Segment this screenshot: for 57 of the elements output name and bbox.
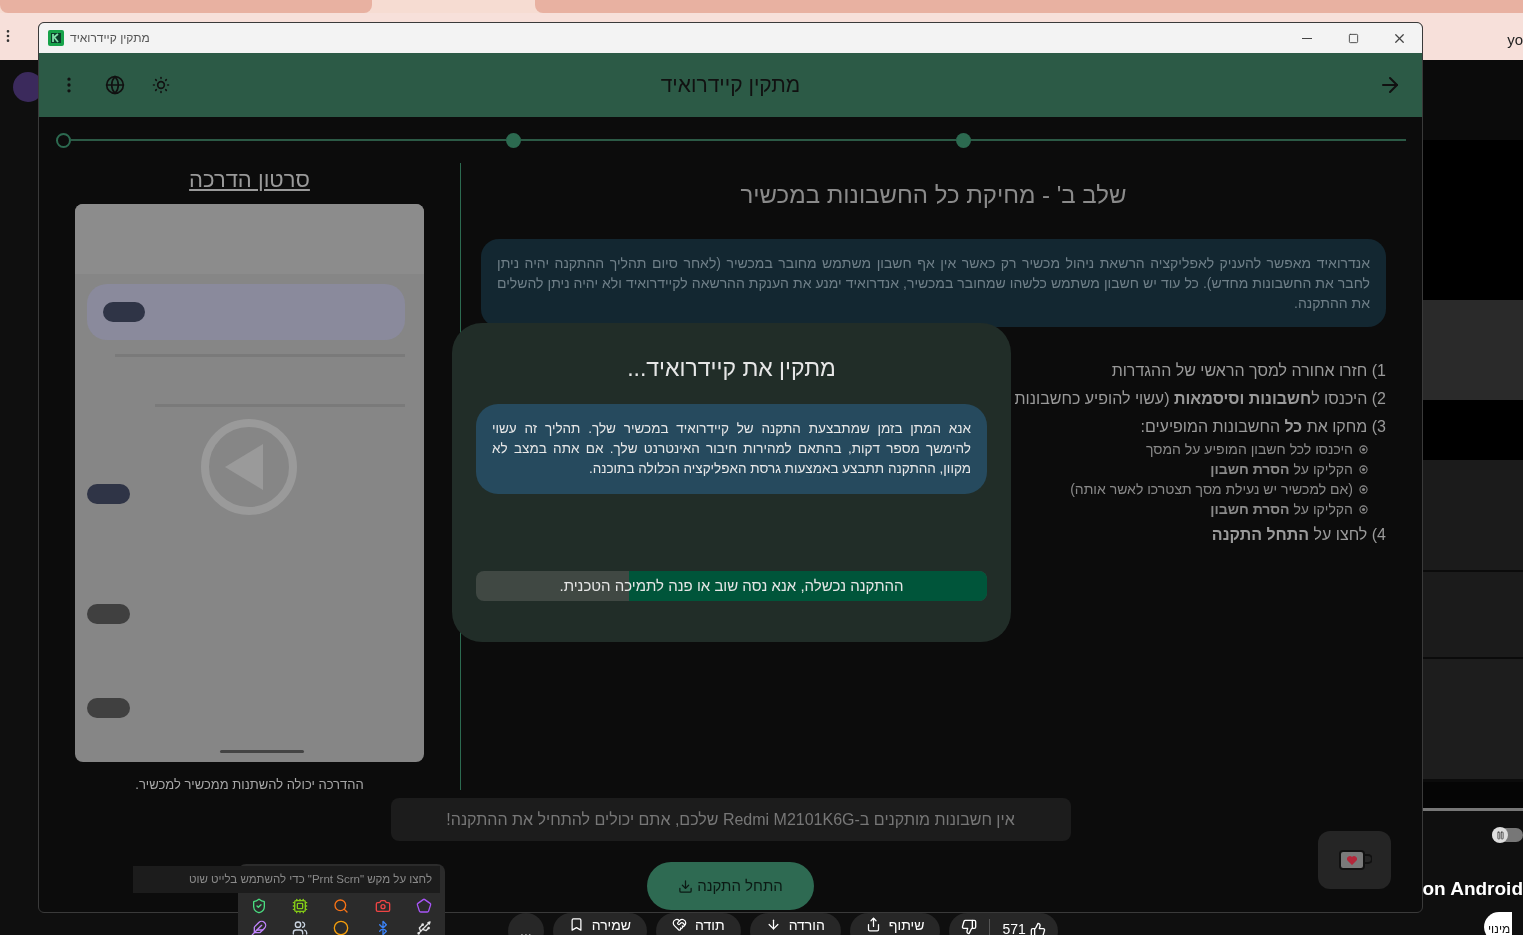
coffee-cup-icon bbox=[1337, 849, 1372, 871]
subscribe-button[interactable]: מינוי bbox=[1484, 912, 1513, 935]
like-icon bbox=[1029, 921, 1046, 935]
maximize-icon bbox=[1347, 32, 1359, 44]
progress-text: ההתקנה נכשלה, אנא נסה שוב או פנה לתמיכה הטכנית. bbox=[558, 575, 905, 596]
instruction-text: 4) לחצו על התחל התקנה bbox=[1211, 525, 1386, 545]
language-icon[interactable] bbox=[105, 75, 125, 95]
thanks-icon bbox=[672, 917, 688, 932]
camera-icon[interactable] bbox=[374, 898, 391, 914]
shield-icon[interactable] bbox=[250, 898, 267, 914]
save-icon bbox=[568, 917, 584, 932]
bullet-icon bbox=[1359, 444, 1368, 454]
bullet-icon bbox=[1359, 484, 1368, 494]
download-button[interactable]: הורדה bbox=[749, 913, 841, 935]
instruction-substep: היכנסו לכל חשבון המופיע על המסך bbox=[1145, 440, 1353, 459]
tooltip: לחצו על מקש "Prnt Scrn" כדי להשתמש בלייט שוט bbox=[133, 866, 440, 893]
more-button[interactable]: ... bbox=[508, 913, 544, 935]
tutorial-caption: ההדרכה יכולה להשתנות ממכשיר למכשיר. bbox=[135, 776, 364, 794]
dislike-icon bbox=[961, 919, 978, 935]
bullet-icon bbox=[1359, 504, 1368, 514]
save-button[interactable]: שמירה bbox=[552, 913, 648, 935]
autoplay-toggle[interactable] bbox=[1492, 828, 1523, 842]
status-message: אין חשבונות מותקנים ב-Redmi M2101K6G שלכם, אתם יכולים להתחיל את ההתקנה! bbox=[390, 798, 1071, 841]
tutorial-title: סרטון הדרכה bbox=[189, 166, 310, 194]
feather-icon[interactable] bbox=[250, 920, 267, 935]
instruction-substep: הקליקו על הסרת חשבון bbox=[1210, 460, 1353, 479]
dialog-title: מתקין את קיידרואיד... bbox=[626, 354, 837, 383]
support-button[interactable] bbox=[1318, 831, 1391, 889]
app-logo-icon bbox=[48, 30, 64, 46]
pentagon-icon[interactable] bbox=[416, 898, 433, 914]
download-icon bbox=[678, 878, 694, 894]
share-button[interactable]: שיתוף bbox=[849, 913, 941, 935]
share-icon bbox=[865, 917, 881, 932]
dialog-message: אנא המתן בזמן שמתבצעת התקנה של קיידרואיד במכשיר שלך. תהליך זה עשוי להימשך מספר דקות, בהתאם למהירות חיבור האינטרנט שלך. אם אתה במצב לא מקוון, ההתקנה תתבצע באמצעות גרסת האפליקציה הכלולה בתוכנה. bbox=[476, 403, 987, 494]
usb-icon[interactable] bbox=[416, 920, 433, 935]
bullet-icon bbox=[1359, 464, 1368, 474]
header-title: מתקין קיידרואיד bbox=[660, 72, 801, 99]
step-title: שלב ב' - מחיקת כל החשבונות במכשיר bbox=[739, 180, 1128, 210]
instruction-text: 2) היכנסו לחשבונות וסיסמאות (עשוי להופיע כחשבונות bbox=[1014, 389, 1386, 409]
like-count: 571 bbox=[1002, 920, 1026, 935]
like-dislike-control[interactable]: 571 bbox=[949, 913, 1058, 935]
instruction-text: 1) חזרו אחורה למסך הראשי של ההגדרות bbox=[1111, 361, 1386, 381]
search-icon[interactable] bbox=[333, 898, 350, 914]
people-icon[interactable] bbox=[292, 920, 309, 935]
download-icon bbox=[765, 917, 781, 932]
instruction-substep: הקליקו על הסרת חשבון bbox=[1210, 500, 1353, 519]
video-title: on Android bbox=[1422, 877, 1523, 901]
instruction-substep: (אם למכשיר יש נעילת מסך תצטרכו לאשר אותה) bbox=[1070, 480, 1353, 499]
chip-icon[interactable] bbox=[292, 898, 309, 914]
thanks-button[interactable]: תודה bbox=[656, 913, 741, 935]
sun-icon[interactable] bbox=[151, 75, 171, 95]
step-note: אנדרואיד מאפשר להעניק לאפליקציה הרשאת ניהול מכשיר רק כאשר אין אף חשבון משתמש מחובר במכשיר (לאחר סיום תהליך ההתקנה יהיה ניתן לחבר את החשבונות מחדש). כל עוד יש חשבון משתמש כלשהו שמחובר במכשיר, אנדרואיד ימנע את הענקת ההרשאה לקיידרואיד ולא יהיה ניתן להשלים את ההתקנה. bbox=[481, 239, 1386, 327]
minimize-icon bbox=[1302, 37, 1312, 39]
window-title: מתקין קיידרואיד bbox=[70, 30, 150, 47]
instruction-text: 3) מחקו את כל החשבונות המופיעים: bbox=[1140, 417, 1386, 437]
pause-icon bbox=[1495, 830, 1505, 840]
address-text[interactable]: yo bbox=[1507, 29, 1523, 52]
